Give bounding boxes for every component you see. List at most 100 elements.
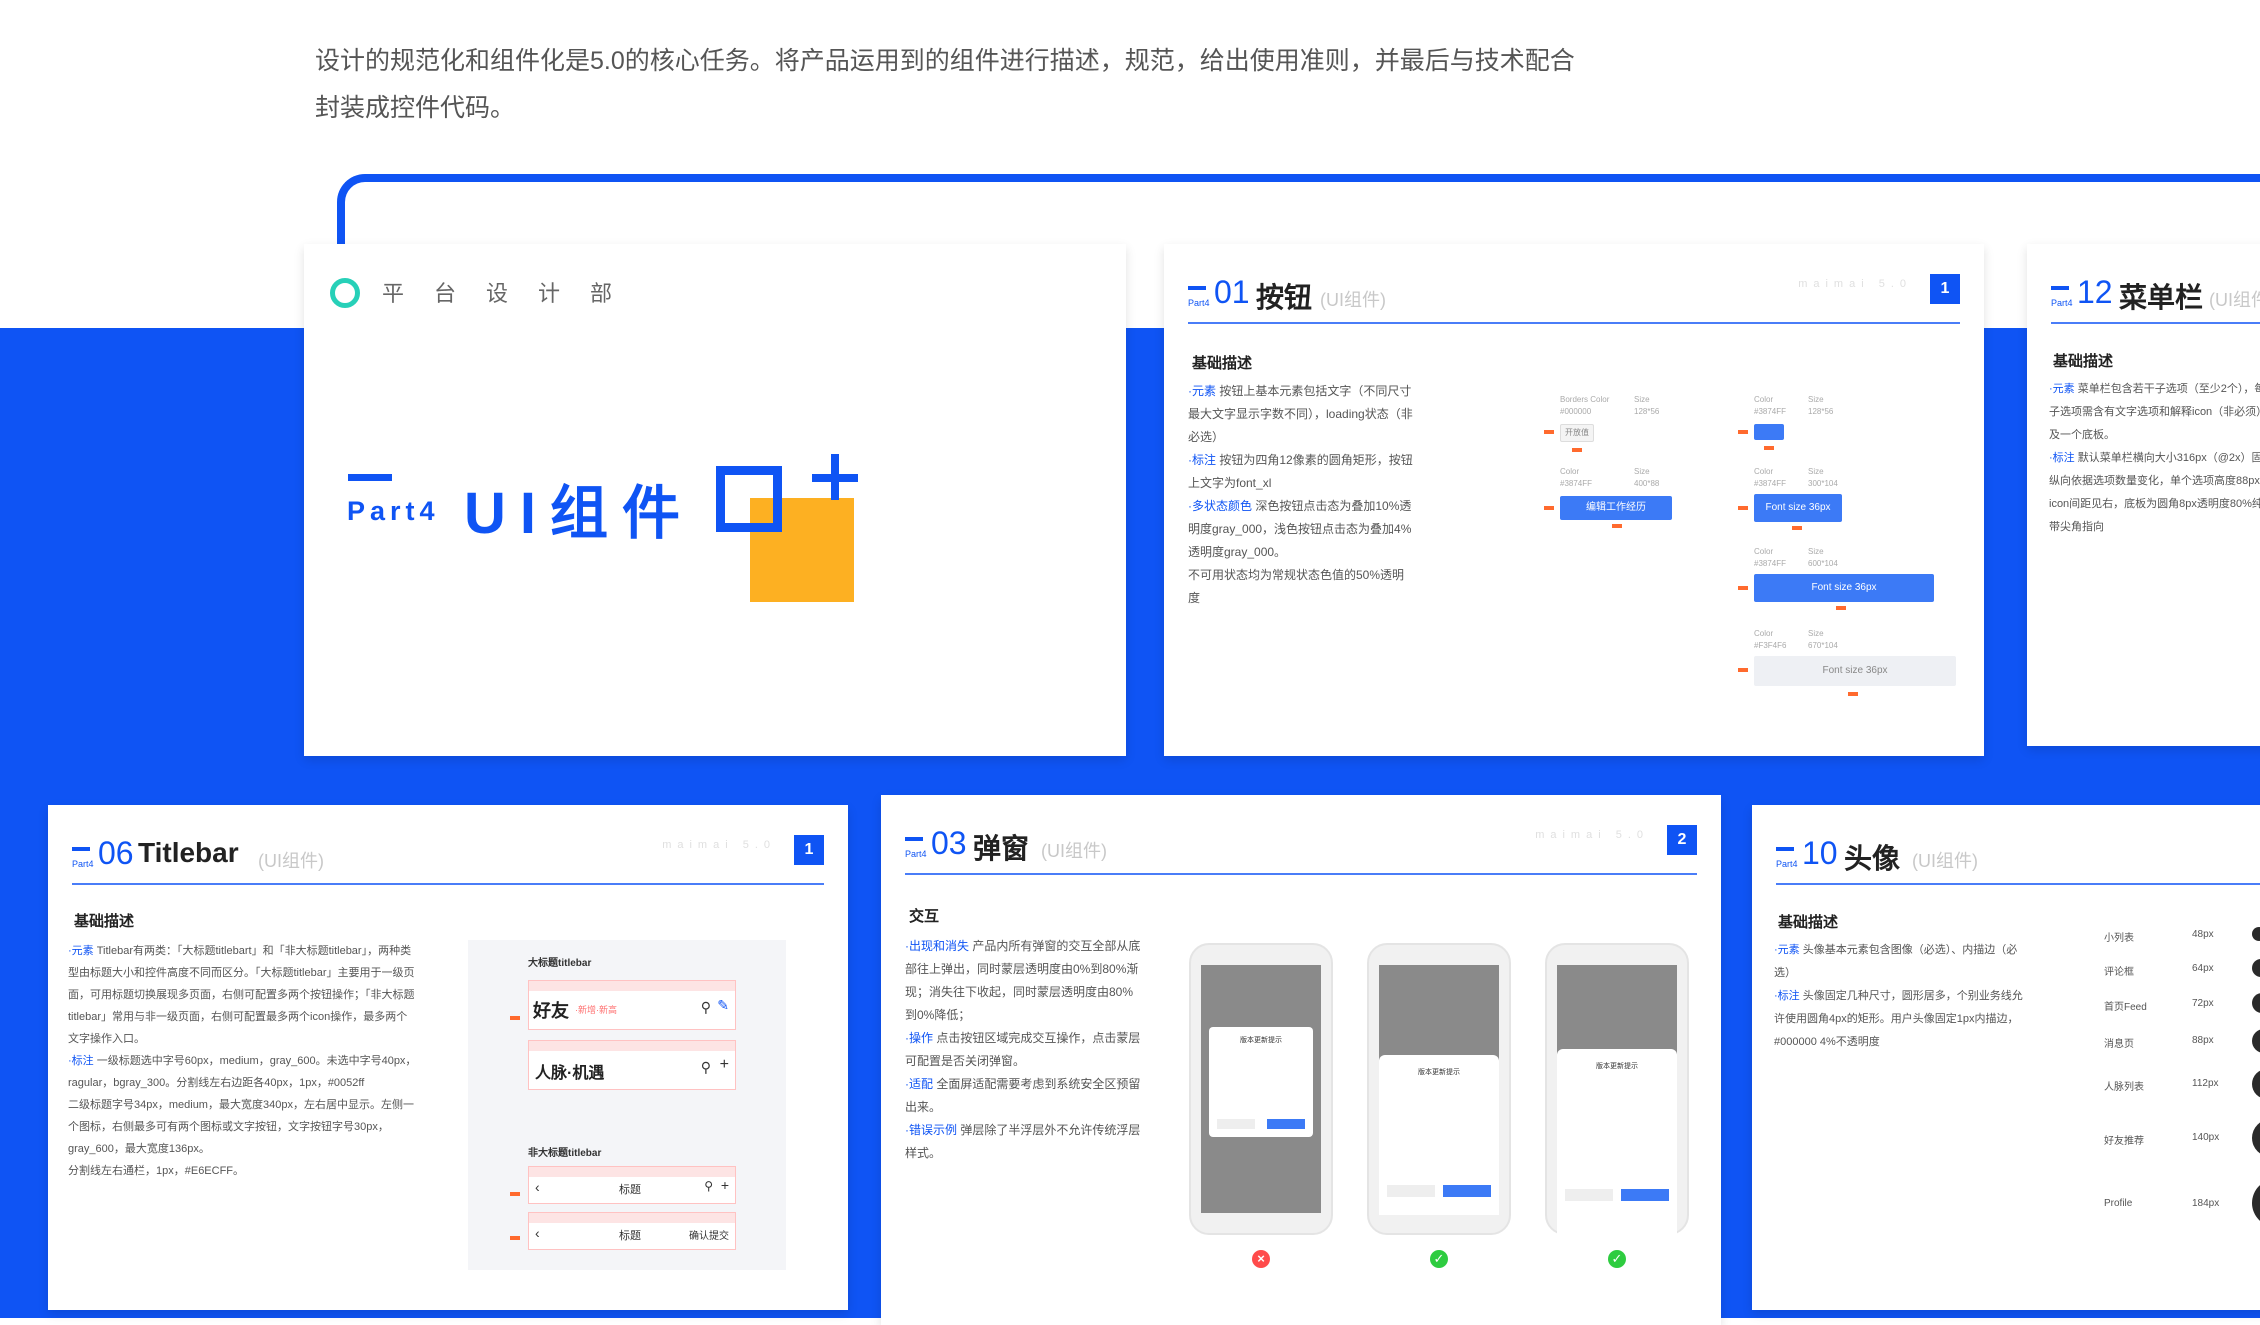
item-key: ·标注 <box>2049 452 2075 464</box>
spec-value: 128*56 <box>1808 407 1834 416</box>
medium-button: Font size 36px <box>1754 494 1842 522</box>
avatar <box>2252 927 2260 941</box>
plus-icon[interactable]: + <box>720 1056 729 1074</box>
bottom-sheet: 版本更新提示 <box>1557 1049 1677 1235</box>
avatar-row-size: 140px <box>2192 1132 2220 1143</box>
section-name: 头像 <box>1844 843 1901 874</box>
section-name: 弹窗 <box>973 833 1030 864</box>
item-text: 不可用状态均为常规状态色值的50%透明度 <box>1188 568 1405 605</box>
small-button: 开放值 <box>1560 424 1594 442</box>
avatar-row-name: 人脉列表 <box>2104 1082 2144 1093</box>
item-text: 按钮为四角12像素的圆角矩形，按钮上文字为font_xl <box>1188 453 1413 490</box>
item-text: 点击按钮区域完成交互操作，点击蒙层可配置是否关闭弹窗。 <box>905 1031 1141 1068</box>
marker <box>510 1236 520 1240</box>
section-heading: 基础描述 <box>2053 353 2114 370</box>
section-name: 菜单栏 <box>2119 282 2204 313</box>
page-badge: 1 <box>794 835 824 865</box>
phone-mockup-ok-1: 版本更新提示 <box>1367 943 1511 1235</box>
spec-value: #F3F4F6 <box>1754 641 1787 650</box>
plus-icon[interactable]: + <box>721 1177 729 1193</box>
dialog-spec-card: Part4 03 弹窗 (UI组件) maimai 5.0 2 交互 ·出现和消… <box>881 795 1721 1325</box>
avatar-row-name: 首页Feed <box>2104 1002 2147 1013</box>
tab-title: 人脉·机遇 <box>535 1065 605 1082</box>
card-header: Part4 12 菜单栏 (UI组件) <box>2051 274 2260 324</box>
marker <box>510 1016 520 1020</box>
blue-square-icon <box>716 466 782 532</box>
watermark: maimai 5.0 <box>1535 829 1649 841</box>
avatar-row-name: 好友推荐 <box>2104 1136 2144 1147</box>
spec-value: #000000 <box>1560 407 1592 416</box>
marker <box>1836 606 1846 610</box>
item-key: ·元素 <box>1188 384 1216 398</box>
avatar-row-name: 小列表 <box>2104 933 2134 944</box>
back-icon[interactable]: ‹ <box>535 1179 540 1195</box>
marker <box>510 1192 520 1196</box>
section-name: 按钮 <box>1256 282 1313 313</box>
spec-label: Color <box>1754 629 1774 638</box>
button-spec-card: Part4 01 按钮 (UI组件) maimai 5.0 1 基础描述 ·元素… <box>1164 244 1984 756</box>
marker <box>1738 668 1748 672</box>
item-key: ·标注 <box>1774 990 1800 1002</box>
confirm-text-button[interactable]: 确认提交 <box>689 1227 729 1242</box>
back-icon[interactable]: ‹ <box>535 1225 540 1241</box>
spec-label: Size <box>1808 629 1824 638</box>
spec-label: Borders Color <box>1560 395 1610 404</box>
avatar-row-size: 48px <box>2192 929 2214 940</box>
item-text: 分割线左右通栏，1px，#E6ECFF。 <box>68 1165 245 1177</box>
marker <box>1764 446 1774 450</box>
watermark: maimai 5.0 <box>1798 278 1912 290</box>
item-text: 按钮上基本元素包括文字（不同尺寸最大文字显示字数不同），loading状态（非必… <box>1188 384 1413 444</box>
spec-value: #3874FF <box>1560 479 1593 488</box>
part-label: Part4 <box>1188 298 1210 308</box>
avatar-row-size: 184px <box>2192 1198 2220 1209</box>
card-header: Part4 06 Titlebar (UI组件) maimai 5.0 1 <box>72 835 824 885</box>
status-bar <box>529 981 735 991</box>
mini-button <box>1754 424 1784 440</box>
edit-icon[interactable]: ✎ <box>717 997 729 1014</box>
page-badge: 1 <box>1930 274 1960 304</box>
section-name: Titlebar <box>138 837 239 868</box>
cancel-button <box>1565 1189 1613 1201</box>
bar-title: 标题 <box>619 1184 641 1196</box>
section-number: 03 <box>931 825 967 861</box>
item-key: ·出现和消失 <box>905 939 969 953</box>
item-key: ·多状态颜色 <box>1188 499 1252 513</box>
cover-card: 平台设计部 Part4 UI组件 <box>304 244 1126 756</box>
section-number: 01 <box>1214 274 1250 310</box>
item-text: 默认菜单栏横向大小316px（@2x）固定，纵向依据选项数量变化，单个选项高度8… <box>2049 452 2260 533</box>
avatar-row-size: 112px <box>2192 1078 2219 1089</box>
search-icon[interactable]: ⚲ <box>701 999 711 1016</box>
description: ·出现和消失 产品内所有弹窗的交互全部从底部往上弹出，同时蒙层透明度由0%到80… <box>905 935 1141 1165</box>
phone-mockup-wrong: 版本更新提示 <box>1189 943 1333 1235</box>
spec-value: 300*104 <box>1808 479 1838 488</box>
card-header: Part4 03 弹窗 (UI组件) maimai 5.0 2 <box>905 825 1697 875</box>
cross-icon: × <box>1252 1250 1270 1268</box>
small-titlebar: ‹ 标题 ⚲ + <box>528 1166 736 1204</box>
search-icon[interactable]: ⚲ <box>701 1059 711 1076</box>
intro-line-1: 设计的规范化和组件化是5.0的核心任务。将产品运用到的组件进行描述，规范，给出使… <box>315 47 1575 75</box>
tab-subtitle: ·新增·新高 <box>575 1005 617 1015</box>
marker <box>1544 506 1554 510</box>
demo-label: 大标题titlebar <box>528 958 592 969</box>
search-icon[interactable]: ⚲ <box>704 1179 713 1193</box>
item-text: 一级标题选中字号60px，medium，gray_600。未选中字号40px，r… <box>68 1055 417 1089</box>
spec-label: Color <box>1754 467 1774 476</box>
marker <box>1738 430 1748 434</box>
spec-label: Size <box>1808 467 1824 476</box>
section-subtitle: (UI组件) <box>258 851 324 871</box>
tab-title: 好友 <box>533 1001 569 1021</box>
cancel-button <box>1387 1185 1435 1197</box>
avatar <box>2252 1179 2260 1227</box>
section-subtitle: (UI组件) <box>1041 841 1107 861</box>
avatar <box>2252 959 2260 977</box>
dash-mark <box>1776 847 1794 851</box>
spec-label: Color <box>1754 547 1774 556</box>
item-key: ·错误示例 <box>905 1123 957 1137</box>
plus-icon-vertical <box>831 454 839 500</box>
spec-value: 600*104 <box>1808 559 1838 568</box>
dialog-title: 版本更新提示 <box>1596 1063 1638 1070</box>
confirm-button <box>1443 1185 1491 1197</box>
item-text: 菜单栏包含若干子选项（至少2个），每个子选项需含有文字选项和解释icon（非必须… <box>2049 383 2260 441</box>
marker <box>1738 506 1748 510</box>
dash-mark <box>2051 286 2069 290</box>
